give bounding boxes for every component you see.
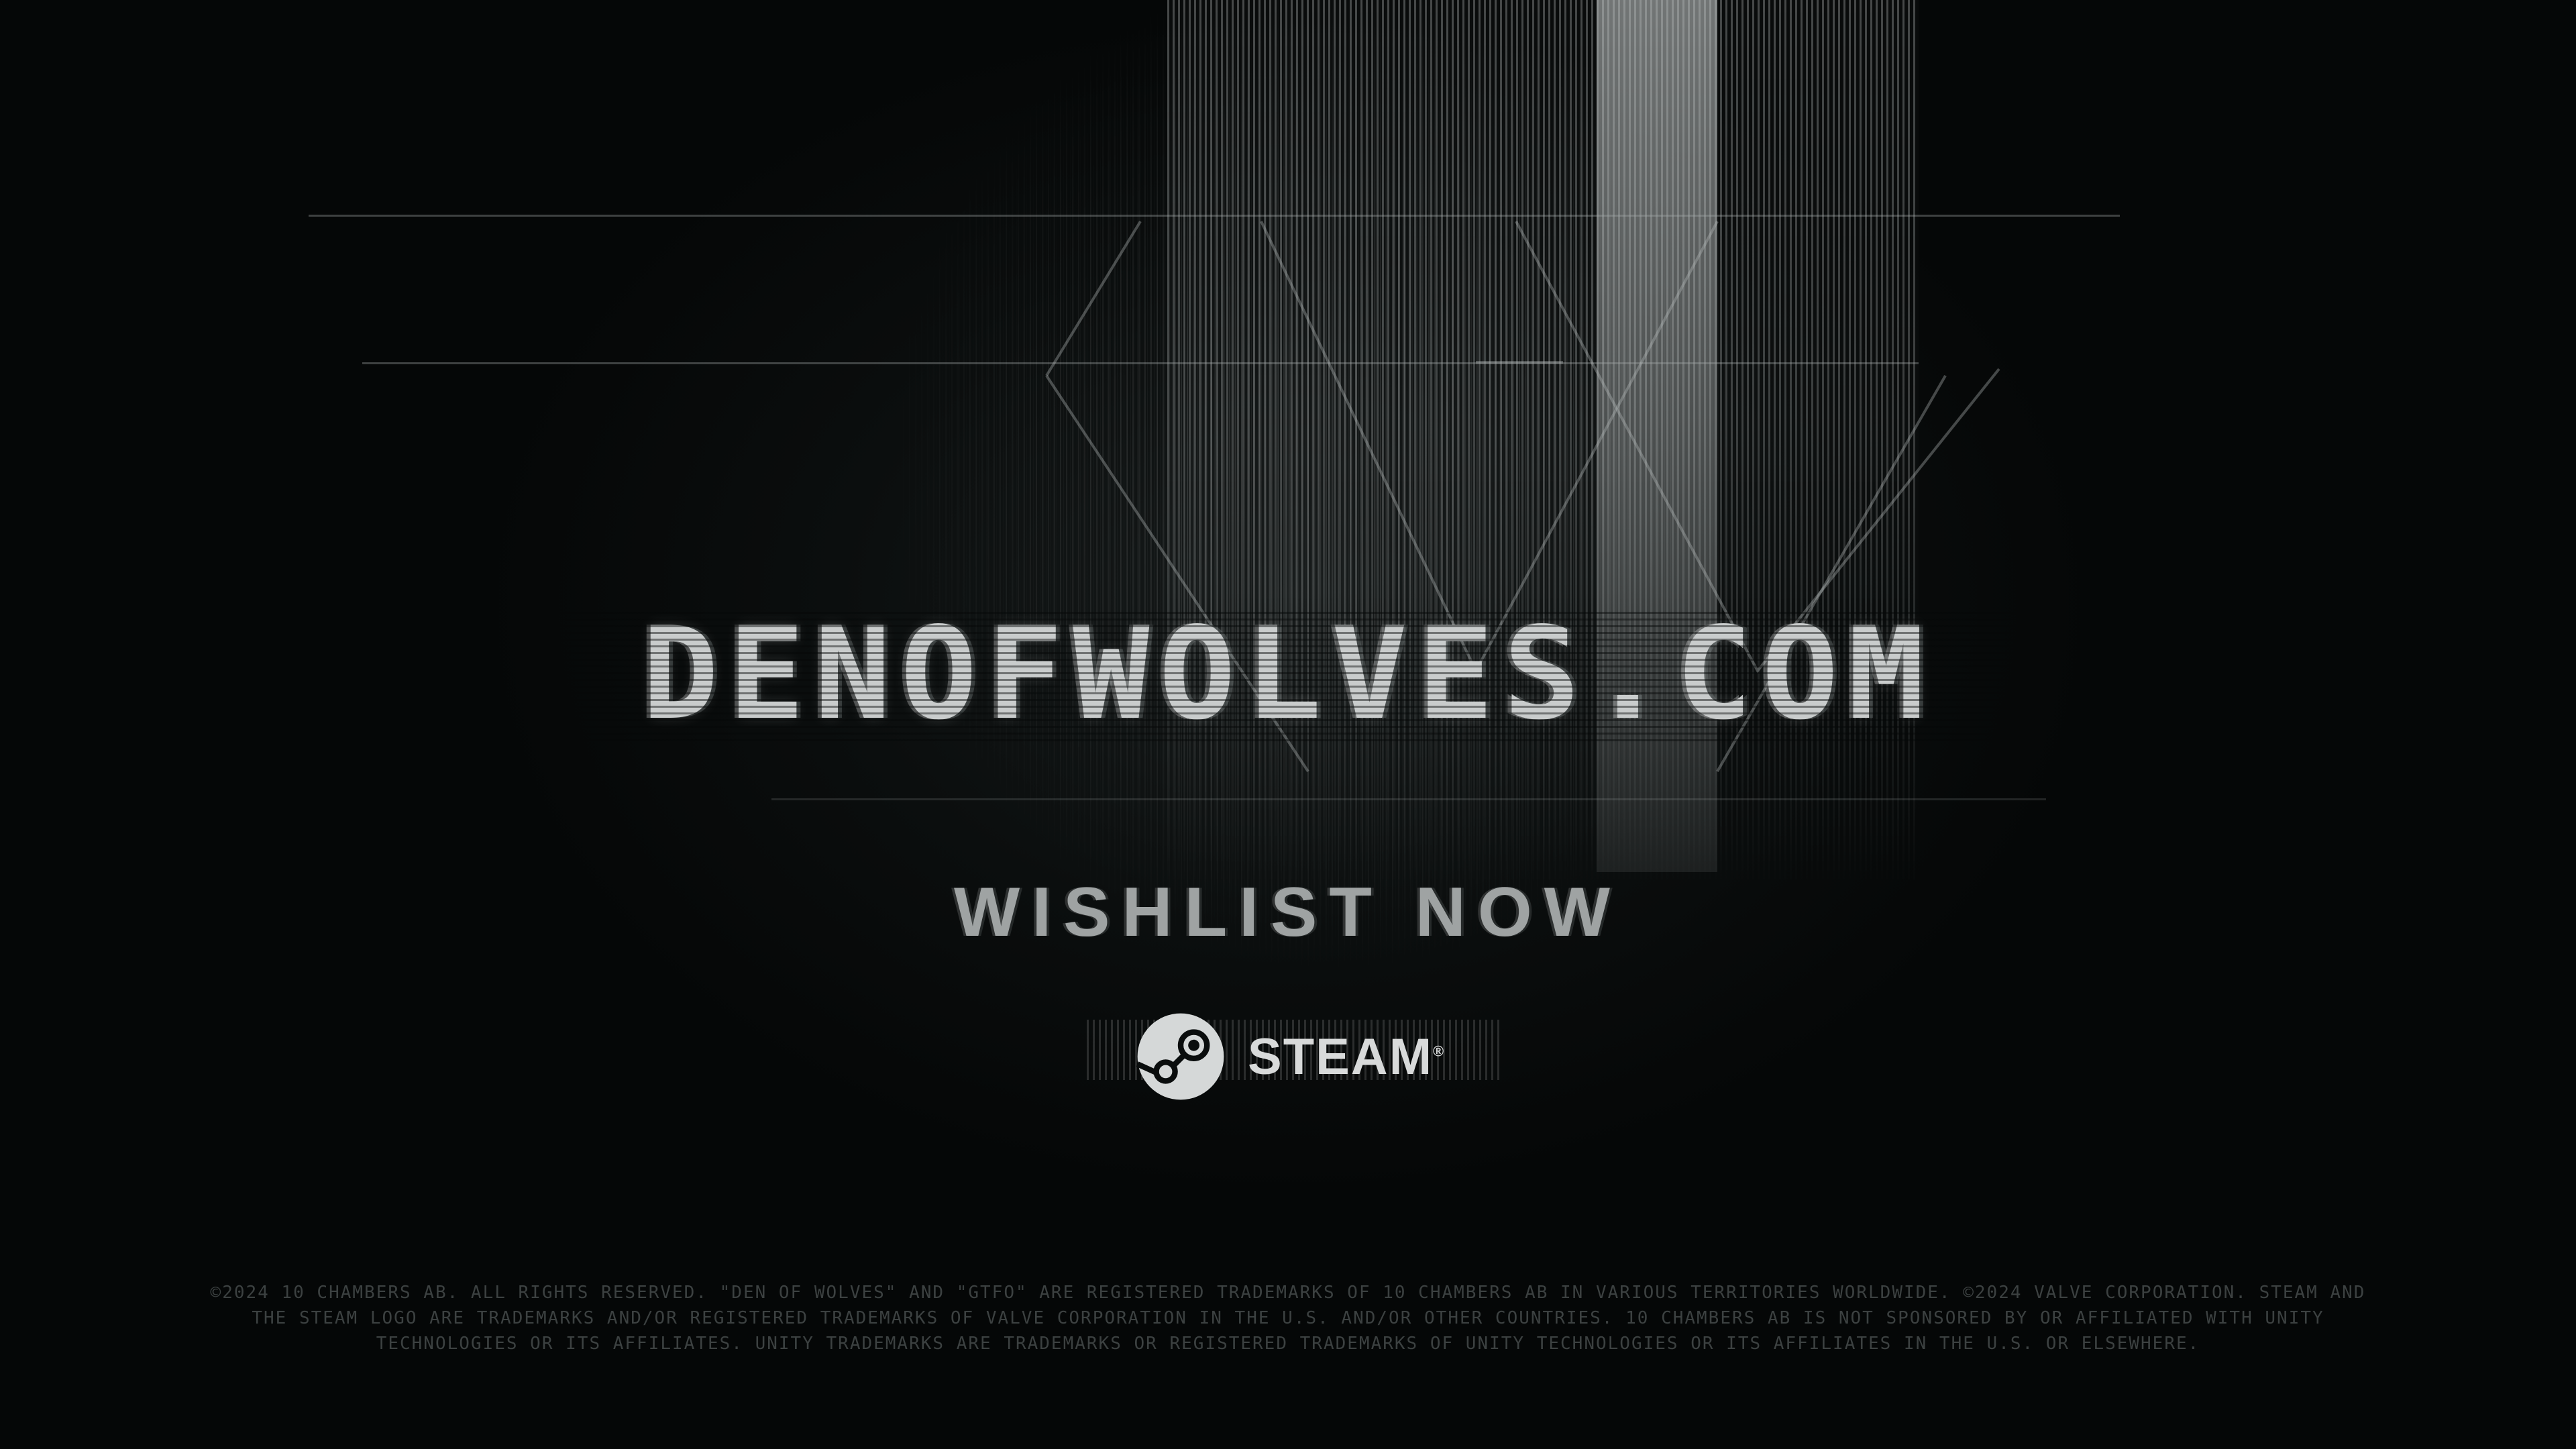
legal-line: ©2024 10 CHAMBERS AB. ALL RIGHTS RESERVE… — [210, 1283, 2366, 1303]
steam-logo: STEAM® — [1087, 1006, 1503, 1107]
steam-label: STEAM — [1248, 1028, 1433, 1085]
trademark-symbol: ® — [1433, 1042, 1446, 1060]
steam-wordmark: STEAM® — [1248, 1028, 1445, 1086]
trailer-end-card: DENOFWOLVES.COM WISHLIST NOW STEAM® ©202… — [0, 0, 2576, 1449]
site-url-title: DENOFWOLVES.COM — [0, 607, 2576, 741]
wishlist-cta: WISHLIST NOW — [954, 873, 1622, 951]
site-url-text: DENOFWOLVES.COM — [642, 600, 1934, 748]
legal-line: THE STEAM LOGO ARE TRADEMARKS AND/OR REG… — [252, 1308, 2324, 1328]
legal-disclaimer: ©2024 10 CHAMBERS AB. ALL RIGHTS RESERVE… — [174, 1280, 2402, 1356]
steam-icon — [1136, 1013, 1224, 1100]
legal-line: TECHNOLOGIES OR ITS AFFILIATES. UNITY TR… — [376, 1334, 2200, 1354]
